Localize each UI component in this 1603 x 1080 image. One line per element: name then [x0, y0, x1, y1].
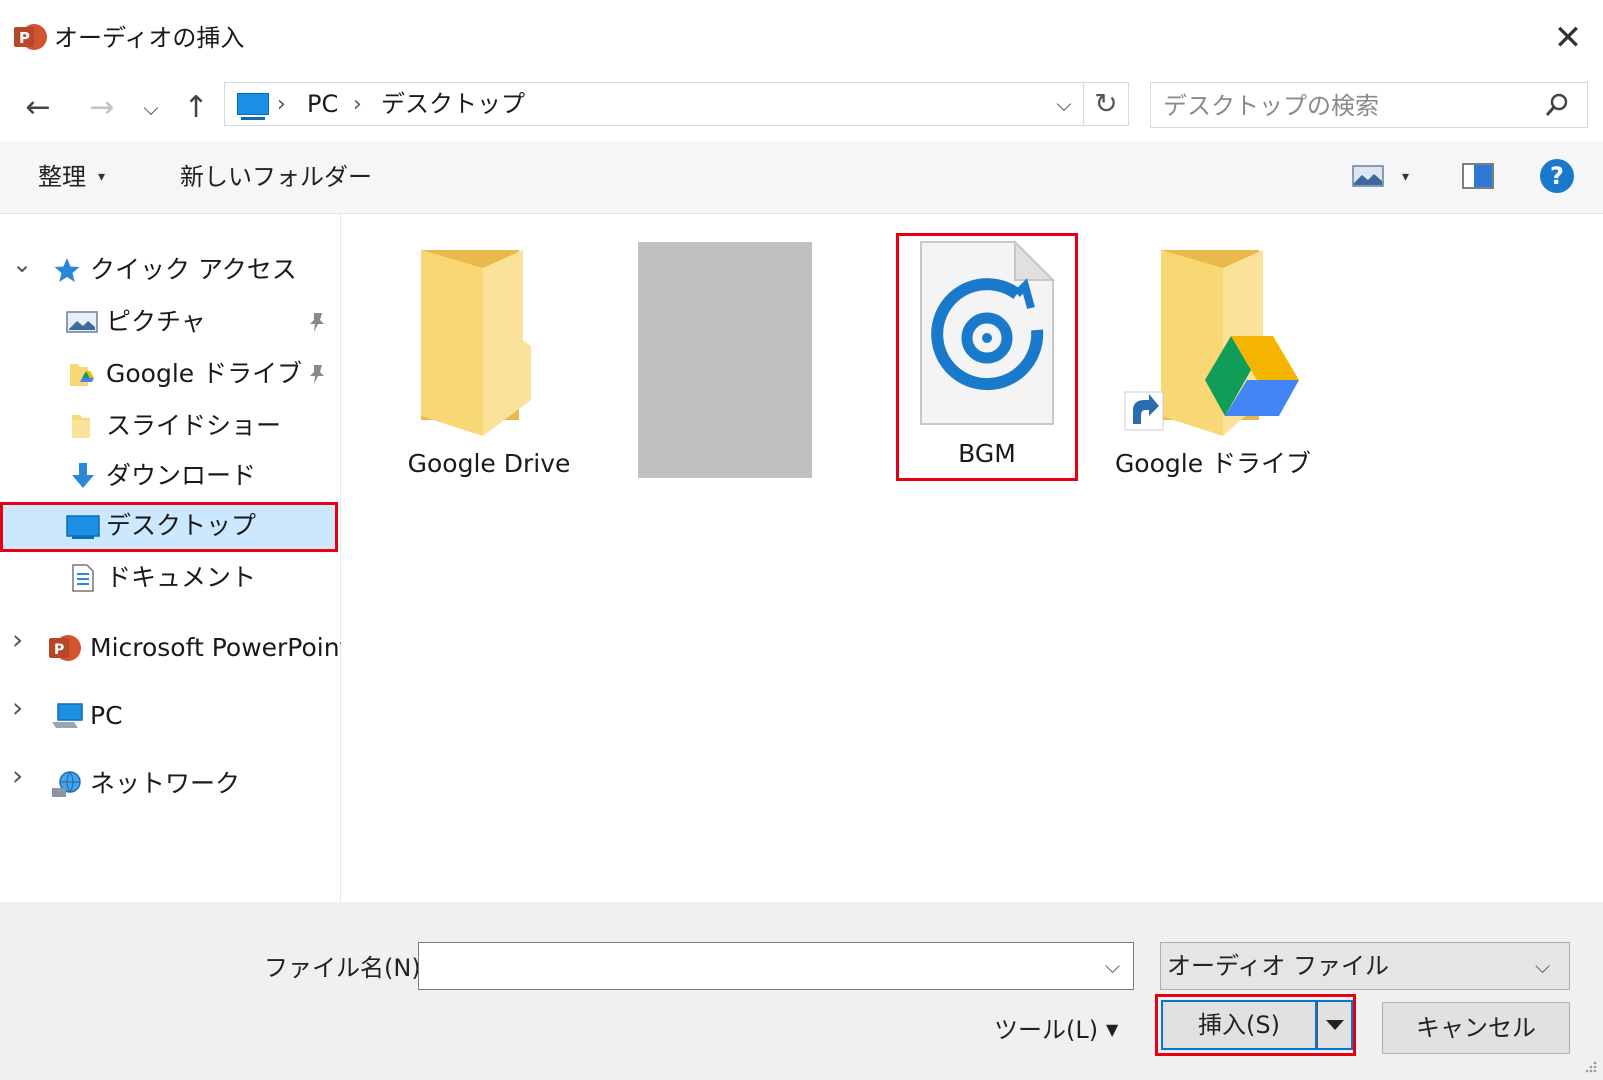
tools-caret-icon[interactable]: ▼ — [1106, 1016, 1118, 1044]
network-icon — [52, 771, 81, 797]
change-view-icon[interactable] — [1352, 165, 1384, 187]
powerpoint-app-icon: P — [14, 24, 47, 50]
nav-label: デスクトップ — [106, 511, 257, 540]
forward-button[interactable]: → — [82, 88, 122, 128]
download-arrow-icon — [72, 463, 94, 488]
navigation-pane: ⌄ クイック アクセス ピクチャ Google ドライブ スライドショー ダウン… — [0, 214, 349, 902]
file-name: Google Drive — [407, 449, 571, 478]
file-name: BGM — [958, 439, 1016, 468]
google-drive-folder-icon — [70, 364, 94, 386]
desktop-location-icon — [237, 93, 269, 120]
breadcrumb-pc[interactable]: PC — [307, 89, 338, 119]
powerpoint-icon: P — [49, 635, 81, 661]
address-bar[interactable]: › PC › デスクトップ ⌵ ↻ — [224, 82, 1129, 126]
address-dropdown-button[interactable]: ⌵ — [1051, 89, 1077, 119]
pin-icon[interactable] — [306, 362, 328, 386]
nav-item-network[interactable]: › ネットワーク — [0, 760, 338, 808]
insert-button-group: 挿入(S) — [1155, 994, 1356, 1056]
nav-item-downloads[interactable]: ダウンロード — [0, 452, 338, 500]
resize-grip-icon[interactable] — [1582, 1060, 1598, 1076]
search-box[interactable] — [1150, 82, 1588, 128]
folder-icon — [72, 415, 90, 438]
svg-text:P: P — [19, 29, 30, 47]
breadcrumb-desktop[interactable]: デスクトップ — [381, 89, 525, 119]
nav-quick-access[interactable]: ⌄ クイック アクセス — [0, 246, 338, 294]
star-icon — [54, 258, 80, 282]
insert-options-dropdown-icon[interactable] — [1317, 1000, 1353, 1050]
file-type-dropdown-icon[interactable]: ⌵ — [1535, 951, 1550, 981]
collapsed-chevron-icon[interactable]: › — [12, 626, 23, 654]
file-name-label: ファイル名(N): — [264, 954, 429, 982]
nav-label: ドキュメント — [106, 563, 257, 592]
view-options-caret-icon[interactable]: ▾ — [1402, 165, 1409, 189]
file-type-select[interactable]: オーディオ ファイル ⌵ — [1160, 942, 1570, 990]
title-bar: P オーディオの挿入 ✕ — [0, 0, 1603, 76]
cancel-button[interactable]: キャンセル — [1382, 1002, 1570, 1054]
help-icon[interactable]: ? — [1540, 159, 1574, 193]
insert-button[interactable]: 挿入(S) — [1161, 1000, 1317, 1050]
google-drive-shortcut-icon — [1124, 250, 1299, 436]
nav-item-google-drive[interactable]: Google ドライブ — [0, 350, 338, 398]
close-button[interactable]: ✕ — [1548, 18, 1588, 58]
file-name-input[interactable] — [427, 949, 1081, 985]
expand-chevron-icon[interactable]: ⌄ — [12, 250, 32, 278]
search-icon — [1545, 93, 1568, 116]
nav-item-pc[interactable]: › PC — [0, 692, 338, 740]
svg-text:P: P — [54, 642, 64, 658]
nav-label: Google ドライブ — [106, 359, 303, 388]
file-item-bgm[interactable]: BGM — [896, 233, 1078, 481]
file-list: Google Drive BGM Google ドライブ — [341, 214, 1603, 902]
nav-item-desktop[interactable]: デスクトップ — [0, 502, 338, 552]
collapsed-chevron-icon[interactable]: › — [12, 762, 23, 790]
pin-icon[interactable] — [306, 310, 328, 334]
back-button[interactable]: ← — [18, 88, 58, 128]
nav-label: ピクチャ — [106, 307, 206, 336]
command-toolbar: 整理 ▾ 新しいフォルダー ▾ ? — [0, 141, 1603, 214]
documents-icon — [72, 564, 94, 592]
nav-item-slideshow[interactable]: スライドショー — [0, 402, 338, 450]
collapsed-chevron-icon[interactable]: › — [12, 694, 23, 722]
preview-pane-icon[interactable] — [1462, 163, 1494, 189]
file-name-combobox[interactable]: ⌵ — [418, 942, 1134, 990]
folder-icon — [421, 250, 531, 436]
bottom-panel: ファイル名(N): ⌵ オーディオ ファイル ⌵ ツール(L) ▼ — [0, 902, 1603, 1080]
nav-label: ダウンロード — [106, 461, 257, 490]
nav-label: Microsoft PowerPoint — [90, 633, 350, 662]
desktop-icon — [66, 515, 100, 539]
pictures-icon — [66, 311, 98, 333]
up-button[interactable]: ↑ — [176, 88, 216, 128]
recent-locations-button[interactable]: ⌵ — [138, 88, 164, 128]
nav-item-powerpoint[interactable]: › P Microsoft PowerPoint — [0, 624, 349, 672]
breadcrumb-separator: › — [353, 92, 362, 117]
file-item-google-drive-shortcut[interactable]: Google ドライブ — [1115, 240, 1311, 490]
nav-item-pictures[interactable]: ピクチャ — [0, 298, 338, 346]
file-type-value: オーディオ ファイル — [1167, 952, 1389, 980]
nav-label: クイック アクセス — [90, 255, 297, 284]
nav-label: PC — [90, 701, 123, 730]
file-name-dropdown-icon[interactable]: ⌵ — [1105, 951, 1120, 981]
search-input[interactable] — [1161, 89, 1525, 123]
nav-label: スライドショー — [106, 411, 282, 440]
file-item-google-drive[interactable]: Google Drive — [399, 240, 579, 490]
file-name: Google ドライブ — [1114, 449, 1312, 478]
refresh-button[interactable]: ↻ — [1083, 83, 1128, 125]
organize-caret-icon: ▾ — [98, 169, 106, 185]
grey-thumbnail — [638, 242, 812, 478]
window-title: オーディオの挿入 — [54, 24, 245, 52]
breadcrumb-separator: › — [277, 92, 286, 117]
audio-file-icon — [920, 239, 1056, 425]
nav-item-documents[interactable]: ドキュメント — [0, 554, 338, 602]
tools-button[interactable]: ツール(L) — [994, 1014, 1098, 1046]
file-item-hidden-thumbnail[interactable] — [638, 242, 818, 492]
computer-icon — [52, 703, 83, 728]
new-folder-button[interactable]: 新しいフォルダー — [180, 161, 372, 193]
nav-label: ネットワーク — [90, 769, 241, 798]
organize-button[interactable]: 整理 — [38, 161, 86, 193]
